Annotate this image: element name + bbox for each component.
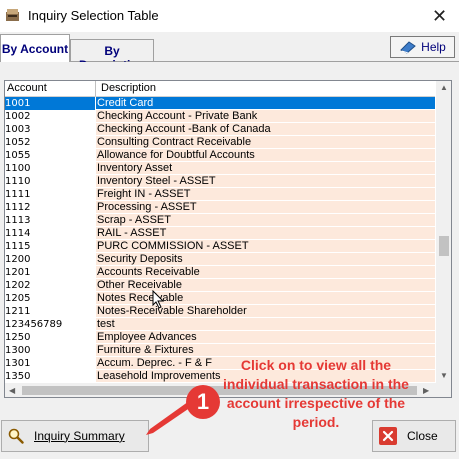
account-table[interactable]: Account Description 1001 Credit Card 1002 C… [4, 80, 452, 398]
tab-by-account[interactable]: By Account [0, 34, 70, 62]
description-cell: Notes Receivable [96, 292, 435, 305]
account-cell: 1001 [5, 97, 95, 110]
table-header: Account Description [5, 81, 435, 97]
account-cell: 1301 [5, 358, 31, 369]
description-cell: Processing - ASSET [96, 201, 435, 214]
scrollbar-corner [436, 383, 451, 397]
table-row[interactable]: 1250 Employee Advances [5, 331, 435, 344]
description-cell: Accounts Receivable [96, 266, 435, 279]
vertical-scroll-thumb[interactable] [439, 236, 449, 256]
account-cell: 1112 [5, 202, 31, 213]
account-cell: 1100 [5, 163, 31, 174]
account-cell: 1113 [5, 215, 31, 226]
column-header-account[interactable]: Account [7, 82, 47, 94]
description-cell: Inventory Steel - ASSET [96, 175, 435, 188]
account-cell: 1250 [5, 332, 31, 343]
mouse-pointer-icon [152, 290, 165, 309]
account-cell: 1110 [5, 176, 31, 187]
table-row[interactable]: 1211 Notes-Receivable Shareholder [5, 305, 435, 318]
annotation-badge: 1 [186, 385, 220, 419]
help-label: Help [421, 40, 446, 54]
account-cell: 1200 [5, 254, 31, 265]
table-row[interactable]: 1001 Credit Card [5, 97, 435, 110]
account-cell: 123456789 [5, 319, 63, 330]
scroll-up-icon[interactable]: ▲ [440, 83, 448, 92]
description-cell: Security Deposits [96, 253, 435, 266]
annotation-text: Click on to view all the individual tran… [223, 357, 409, 430]
table-row[interactable]: 1201 Accounts Receivable [5, 266, 435, 279]
table-row[interactable]: 1113 Scrap - ASSET [5, 214, 435, 227]
account-cell: 1205 [5, 293, 31, 304]
table-row[interactable]: 1202 Other Receivable [5, 279, 435, 292]
close-label: Close [407, 429, 438, 443]
table-row[interactable]: 1052 Consulting Contract Receivable [5, 136, 435, 149]
table-body: 1001 Credit Card 1002 Checking Account - Pr… [5, 97, 435, 383]
description-cell: Inventory Asset [96, 162, 435, 175]
description-cell: Checking Account -Bank of Canada [96, 123, 435, 136]
magnifier-icon [8, 428, 24, 444]
table-row[interactable]: 1115 PURC COMMISSION - ASSET [5, 240, 435, 253]
table-row[interactable]: 1112 Processing - ASSET [5, 201, 435, 214]
description-cell: Checking Account - Private Bank [96, 110, 435, 123]
table-row[interactable]: 1205 Notes Receivable [5, 292, 435, 305]
description-cell: Other Receivable [96, 279, 435, 292]
description-cell: Employee Advances [96, 331, 435, 344]
app-icon [6, 9, 19, 21]
help-button[interactable]: Help [390, 36, 455, 58]
scroll-down-icon[interactable]: ▼ [440, 371, 448, 380]
window-title: Inquiry Selection Table [28, 8, 159, 23]
description-cell: PURC COMMISSION - ASSET [96, 240, 435, 253]
table-row[interactable]: 1003 Checking Account -Bank of Canada [5, 123, 435, 136]
account-cell: 1003 [5, 124, 31, 135]
table-row[interactable]: 123456789 test [5, 318, 435, 331]
account-cell: 1002 [5, 111, 31, 122]
account-cell: 1350 [5, 371, 31, 382]
account-cell: 1202 [5, 280, 31, 291]
inquiry-summary-button[interactable]: Inquiry Summary [1, 420, 149, 452]
column-header-description[interactable]: Description [101, 82, 156, 94]
account-cell: 1111 [5, 189, 31, 200]
book-icon [400, 41, 416, 54]
description-cell: Scrap - ASSET [96, 214, 435, 227]
vertical-scrollbar[interactable]: ▲ ▼ [436, 81, 451, 383]
account-cell: 1300 [5, 345, 31, 356]
column-separator[interactable] [95, 81, 96, 96]
account-cell: 1201 [5, 267, 31, 278]
table-row[interactable]: 1110 Inventory Steel - ASSET [5, 175, 435, 188]
table-row[interactable]: 1055 Allowance for Doubtful Accounts [5, 149, 435, 162]
description-cell: Freight IN - ASSET [96, 188, 435, 201]
table-row[interactable]: 1111 Freight IN - ASSET [5, 188, 435, 201]
scroll-right-icon[interactable]: ▶ [423, 386, 429, 395]
description-cell: Allowance for Doubtful Accounts [96, 149, 435, 162]
title-bar: Inquiry Selection Table ✕ [0, 0, 459, 32]
account-cell: 1052 [5, 137, 31, 148]
table-row[interactable]: 1100 Inventory Asset [5, 162, 435, 175]
inquiry-summary-label: Inquiry Summary [34, 429, 125, 443]
account-cell: 1115 [5, 241, 31, 252]
description-cell: test [96, 318, 435, 331]
description-cell: Credit Card [96, 97, 435, 110]
description-cell: Consulting Contract Receivable [96, 136, 435, 149]
tab-by-description[interactable]: By Description [70, 39, 154, 72]
table-row[interactable]: 1002 Checking Account - Private Bank [5, 110, 435, 123]
table-row[interactable]: 1200 Security Deposits [5, 253, 435, 266]
table-row[interactable]: 1114 RAIL - ASSET [5, 227, 435, 240]
scroll-left-icon[interactable]: ◀ [9, 386, 15, 395]
account-cell: 1211 [5, 306, 31, 317]
account-cell: 1055 [5, 150, 31, 161]
window-close-button[interactable]: ✕ [420, 0, 459, 32]
description-cell: Notes-Receivable Shareholder [96, 305, 435, 318]
description-cell: RAIL - ASSET [96, 227, 435, 240]
account-cell: 1114 [5, 228, 31, 239]
